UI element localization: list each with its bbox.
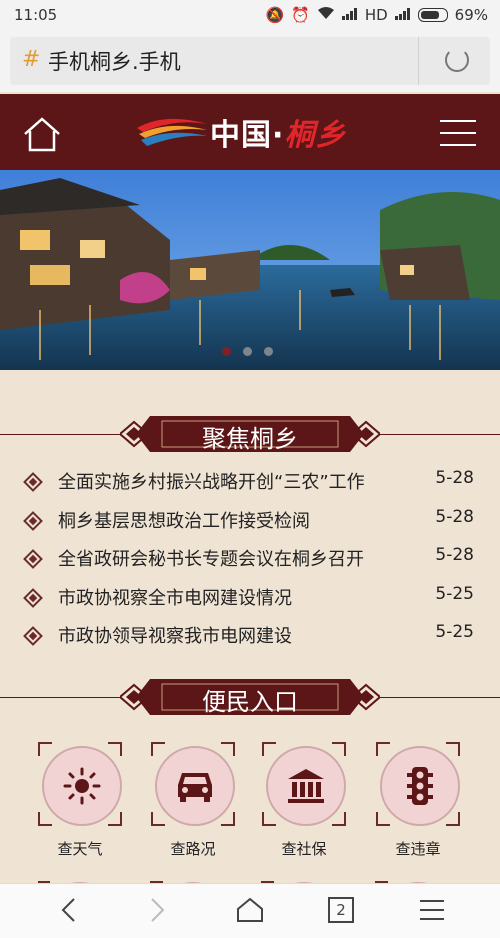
hamburger-icon [420,900,444,920]
bullet-diamond-icon [23,510,43,531]
news-item[interactable]: 桐乡基层思想政治工作接受检阅 5-28 [0,504,500,543]
bullet-diamond-icon [23,626,43,646]
back-button[interactable] [48,894,88,926]
battery-level: 69% [454,6,488,24]
news-date: 5-28 [435,545,474,565]
battery-icon [417,8,448,22]
service-label: 查违章 [395,840,441,858]
reload-icon[interactable] [445,48,469,72]
news-title[interactable]: 全面实施乡村振兴战略开创“三农”工作 [58,468,365,494]
news-list: 全面实施乡村振兴战略开创“三农”工作 5-28 桐乡基层思想政治工作接受检阅 5… [0,465,500,658]
section-title-focus: 聚焦桐乡 [202,425,298,453]
tabs-count: 2 [328,897,354,923]
service-social-security[interactable]: 查社保 [262,742,346,859]
chevron-right-icon [151,898,165,922]
service-weather[interactable]: 查天气 [38,742,122,859]
bullet-diamond-icon [23,587,43,608]
home-button[interactable] [230,894,270,926]
browser-address-bar: # 手机桐乡.手机 [0,32,500,92]
network-type: HD [364,6,388,24]
alarm-icon: ⏰ [291,6,310,24]
service-label: 查社保 [281,840,327,858]
signal-icon [341,6,358,24]
home-icon[interactable] [22,116,62,152]
service-violations[interactable]: 查违章 [376,742,460,859]
url-field[interactable]: # 手机桐乡.手机 [10,37,490,85]
mute-icon: 🔕 [265,6,285,24]
news-title[interactable]: 市政协领导视察我市电网建设 [58,622,292,648]
news-title[interactable]: 桐乡基层思想政治工作接受检阅 [58,507,310,533]
forward-button[interactable] [138,894,178,926]
service-row-partial [37,874,462,890]
signal-icon-2 [394,6,411,24]
news-item[interactable]: 市政协视察全市电网建设情况 5-25 [0,581,500,620]
news-date: 5-25 [435,583,474,604]
site-grid-icon: # [22,47,41,72]
carousel-indicator [222,347,273,356]
wifi-icon [317,6,335,24]
news-date: 5-28 [435,468,474,488]
bullet-diamond-icon [23,472,43,492]
menu-icon[interactable] [440,120,476,146]
service-label: 查路况 [170,840,216,858]
news-item[interactable]: 全省政研会秘书长专题会议在桐乡召开 5-28 [0,542,500,581]
traffic-light-icon [407,767,433,805]
news-date: 5-25 [435,622,474,642]
news-item[interactable]: 全面实施乡村振兴战略开创“三农”工作 5-28 [0,465,500,504]
chevron-left-icon [61,898,75,922]
news-title[interactable]: 全省政研会秘书长专题会议在桐乡召开 [58,545,364,571]
home-icon [237,897,263,922]
browser-bottom-nav: 2 [0,883,500,938]
logo-text-city: 桐乡 [284,118,347,153]
bullet-diamond-icon [23,549,43,569]
carousel-dot[interactable] [243,347,252,356]
bank-icon [288,769,324,803]
news-title[interactable]: 市政协视察全市电网建设情况 [58,584,292,610]
carousel-dot[interactable] [264,347,273,356]
sun-icon [63,767,101,805]
site-logo[interactable]: 中国·桐乡 [135,106,375,156]
car-icon [178,773,212,802]
site-header: 中国·桐乡 [0,94,500,170]
service-label: 查天气 [57,840,103,858]
news-date: 5-28 [435,506,474,527]
news-item[interactable]: 市政协领导视察我市电网建设 5-25 [0,619,500,658]
carousel-dot[interactable] [222,347,231,356]
status-bar: 11:05 🔕 ⏰ HD 69% [0,0,500,32]
menu-button[interactable] [412,894,452,926]
url-text[interactable]: 手机桐乡.手机 [48,46,181,76]
tabs-button[interactable]: 2 [321,894,361,926]
status-time: 11:05 [14,6,58,24]
hero-banner[interactable] [0,170,500,370]
section-title-services: 便民入口 [202,688,298,716]
water-town-photo [0,170,500,370]
logo-text-main: 中国· [210,118,285,153]
logo-swoosh-icon [137,118,207,146]
service-traffic[interactable]: 查路况 [151,742,235,859]
